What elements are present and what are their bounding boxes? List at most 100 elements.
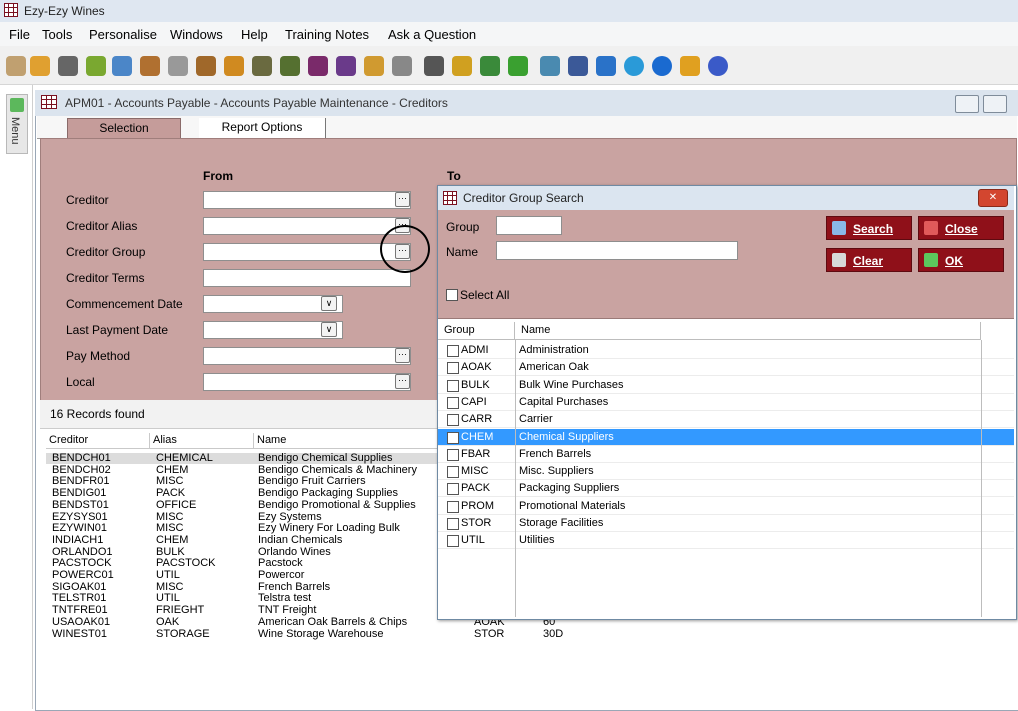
toolbar-icon-17[interactable] [452,56,472,76]
menu-tools[interactable]: Tools [42,27,72,42]
cell-creditor: TNTFRE01 [52,604,108,617]
row-checkbox[interactable] [447,483,459,496]
menu-help[interactable]: Help [241,27,268,42]
list-item[interactable]: CARR Carrier [438,411,1014,429]
row-checkbox[interactable] [447,414,459,427]
creditor-lookup-button[interactable]: ··· [395,192,410,207]
dialog-logo-icon [443,191,457,205]
column-header-alias[interactable]: Alias [150,433,254,449]
toolbar-icon-16[interactable] [424,56,444,76]
list-item[interactable]: PACK Packaging Suppliers [438,480,1014,498]
clear-button[interactable]: Clear [826,248,912,272]
cell-terms: 30D [543,627,564,640]
list-item[interactable]: UTIL Utilities [438,532,1014,550]
toolbar-icon-10[interactable] [252,56,272,76]
creditor-from-field[interactable] [203,191,411,209]
toolbar-icon-9[interactable] [224,56,244,76]
row-checkbox[interactable] [447,396,459,409]
column-header-group-name[interactable]: Name [515,322,981,340]
list-item[interactable]: FBAR French Barrels [438,446,1014,463]
toolbar-icon-25[interactable] [680,56,700,76]
toolbar-icon-18[interactable] [480,56,500,76]
pay-method-field[interactable] [203,347,411,365]
cell-alias: UTIL [156,592,180,605]
row-checkbox[interactable] [447,431,459,444]
menu-file[interactable]: File [9,27,30,42]
menu-training-notes[interactable]: Training Notes [285,27,369,42]
toolbar-icon-4[interactable] [86,56,106,76]
local-lookup-button[interactable]: ··· [395,374,410,389]
menu-side-tab[interactable]: Menu [6,94,28,154]
row-checkbox[interactable] [447,466,459,479]
close-button[interactable]: Close [918,216,1004,240]
creditor-alias-from-field[interactable] [203,217,411,235]
toolbar-icon-1[interactable] [6,56,26,76]
column-header-name[interactable]: Name [254,433,438,449]
list-item[interactable]: CAPI Capital Purchases [438,394,1014,411]
toolbar-icon-7[interactable] [168,56,188,76]
toolbar-icon-5[interactable] [112,56,132,76]
column-header-group[interactable]: Group [438,322,515,340]
column-header-creditor[interactable]: Creditor [46,433,150,449]
list-item[interactable]: BULK Bulk Wine Purchases [438,377,1014,394]
row-checkbox[interactable] [447,362,459,375]
list-item[interactable]: AOAK American Oak [438,359,1014,377]
toolbar-icon-12[interactable] [308,56,328,76]
commencement-date-dropdown-icon[interactable]: ∨ [321,296,337,311]
toolbar-icon-19[interactable] [508,56,528,76]
toolbar-icon-20[interactable] [540,56,560,76]
name-input[interactable] [496,241,738,260]
row-checkbox[interactable] [447,379,459,392]
ok-button[interactable]: OK [918,248,1004,272]
refresh-icon[interactable] [624,56,644,76]
creditor-terms-from-field[interactable] [203,269,411,287]
close-button-label: Close [945,222,978,236]
list-item[interactable]: PROM Promotional Materials [438,498,1014,515]
cell-name: Ezy Winery For Loading Bulk [258,522,400,535]
toolbar-icon-8[interactable] [196,56,216,76]
cell-name: Indian Chemicals [258,533,343,546]
twitter-icon[interactable] [596,56,616,76]
tab-report-options[interactable]: Report Options [199,118,326,138]
toolbar-icon-13[interactable] [336,56,356,76]
last-payment-date-label: Last Payment Date [66,323,169,337]
row-checkbox[interactable] [447,448,459,461]
toolbar-icon-14[interactable] [364,56,384,76]
row-checkbox[interactable] [447,500,459,513]
group-input[interactable] [496,216,562,235]
menu-windows[interactable]: Windows [170,27,223,42]
toolbar [0,46,1018,85]
cell-name: Bendigo Promotional & Supplies [258,498,416,511]
row-checkbox[interactable] [447,345,459,357]
last-payment-date-dropdown-icon[interactable]: ∨ [321,322,337,337]
toolbar-icon-6[interactable] [140,56,160,76]
local-field[interactable] [203,373,411,391]
dialog-close-x-button[interactable]: ✕ [978,189,1008,207]
toolbar-icon-11[interactable] [280,56,300,76]
restore-button[interactable] [983,95,1007,113]
cell-alias: UTIL [156,569,180,581]
select-all-checkbox[interactable] [446,289,458,301]
menu-ask-a-question[interactable]: Ask a Question [388,27,476,42]
tab-selection[interactable]: Selection [67,118,181,139]
list-item[interactable]: ADMI Administration [438,342,1014,359]
table-row[interactable]: WINEST01 STORAGE Wine Storage Warehouse STO… [46,627,1016,640]
row-checkbox[interactable] [447,518,459,530]
pay-method-lookup-button[interactable]: ··· [395,348,410,363]
cell-creditor: SIGOAK01 [52,580,107,593]
list-item[interactable]: MISC Misc. Suppliers [438,463,1014,481]
list-item[interactable]: CHEM Chemical Suppliers [438,428,1014,446]
toolbar-icon-3[interactable] [58,56,78,76]
list-item[interactable]: STOR Storage Facilities [438,515,1014,532]
info-icon[interactable] [652,56,672,76]
help-icon[interactable] [708,56,728,76]
group-code: CHEM [461,430,494,443]
menu-personalise[interactable]: Personalise [89,27,157,42]
cell-name: Bendigo Chemicals & Machinery [258,463,417,476]
row-checkbox[interactable] [447,535,459,548]
facebook-icon[interactable] [568,56,588,76]
search-button[interactable]: Search [826,216,912,240]
toolbar-icon-2[interactable] [30,56,50,76]
toolbar-icon-15[interactable] [392,56,412,76]
minimize-button[interactable] [955,95,979,113]
